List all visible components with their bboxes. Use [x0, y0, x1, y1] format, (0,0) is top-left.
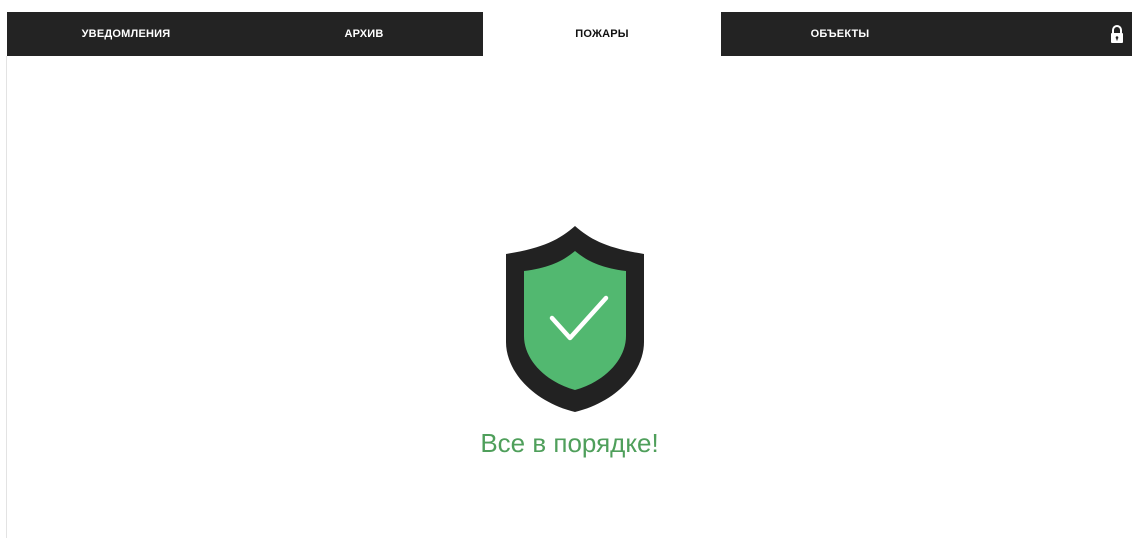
- top-navigation: УВЕДОМЛЕНИЯ АРХИВ ПОЖАРЫ ОБЪЕКТЫ: [7, 12, 1132, 56]
- lock-icon: [1111, 25, 1123, 43]
- tab-fires[interactable]: ПОЖАРЫ: [483, 12, 721, 56]
- tab-objects[interactable]: ОБЪЕКТЫ: [721, 12, 959, 56]
- shield-check-icon: [506, 226, 644, 412]
- main-content: Все в порядке!: [7, 56, 1132, 538]
- status-message: Все в порядке!: [480, 428, 659, 458]
- app-window: УВЕДОМЛЕНИЯ АРХИВ ПОЖАРЫ ОБЪЕКТЫ Все в п…: [0, 0, 1132, 538]
- top-strip: [0, 0, 1132, 12]
- tab-archive[interactable]: АРХИВ: [245, 12, 483, 56]
- tab-notifications[interactable]: УВЕДОМЛЕНИЯ: [7, 12, 245, 56]
- lock-button[interactable]: [1102, 12, 1132, 56]
